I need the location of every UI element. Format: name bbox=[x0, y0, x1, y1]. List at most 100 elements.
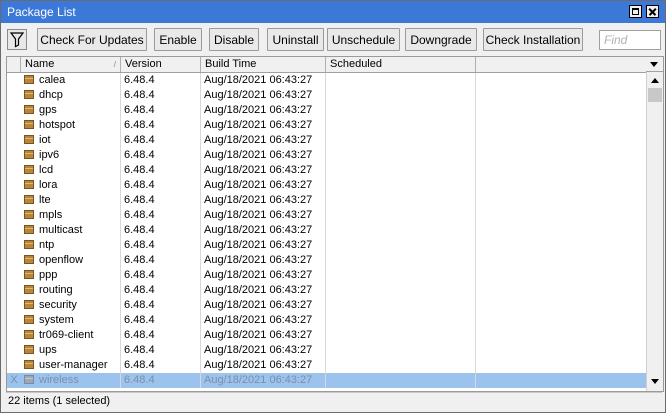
table-row[interactable]: Xwireless 6.48.4 Aug/18/2021 06:43:27 bbox=[7, 373, 646, 388]
downgrade-button[interactable]: Downgrade bbox=[405, 28, 477, 51]
row-name: gps bbox=[39, 104, 57, 116]
row-scheduled bbox=[326, 268, 476, 283]
disable-button[interactable]: Disable bbox=[209, 28, 259, 51]
toolbar: Check For Updates Enable Disable Uninsta… bbox=[1, 24, 665, 55]
row-scheduled bbox=[326, 283, 476, 298]
row-version: 6.48.4 bbox=[121, 148, 201, 163]
scroll-down-arrow-icon[interactable] bbox=[648, 375, 662, 389]
package-icon bbox=[24, 165, 34, 174]
table-row[interactable]: user-manager 6.48.4 Aug/18/2021 06:43:27 bbox=[7, 358, 646, 373]
table-row[interactable]: lcd 6.48.4 Aug/18/2021 06:43:27 bbox=[7, 163, 646, 178]
row-build-time: Aug/18/2021 06:43:27 bbox=[201, 238, 326, 253]
row-scheduled bbox=[326, 163, 476, 178]
row-flag bbox=[7, 283, 21, 298]
table-row[interactable]: dhcp 6.48.4 Aug/18/2021 06:43:27 bbox=[7, 88, 646, 103]
row-name-cell: ups bbox=[21, 343, 121, 358]
row-name-cell: calea bbox=[21, 73, 121, 88]
title-bar[interactable]: Package List bbox=[1, 1, 665, 23]
row-name-cell: tr069-client bbox=[21, 328, 121, 343]
package-icon bbox=[24, 135, 34, 144]
table-row[interactable]: ipv6 6.48.4 Aug/18/2021 06:43:27 bbox=[7, 148, 646, 163]
row-flag bbox=[7, 118, 21, 133]
row-scheduled bbox=[326, 88, 476, 103]
check-for-updates-button[interactable]: Check For Updates bbox=[37, 28, 147, 51]
row-flag bbox=[7, 88, 21, 103]
unschedule-button[interactable]: Unschedule bbox=[327, 28, 400, 51]
row-version: 6.48.4 bbox=[121, 163, 201, 178]
package-icon bbox=[24, 105, 34, 114]
table-row[interactable]: multicast 6.48.4 Aug/18/2021 06:43:27 bbox=[7, 223, 646, 238]
table-row[interactable]: system 6.48.4 Aug/18/2021 06:43:27 bbox=[7, 313, 646, 328]
flag-column-header[interactable] bbox=[7, 57, 21, 72]
table-row[interactable]: ntp 6.48.4 Aug/18/2021 06:43:27 bbox=[7, 238, 646, 253]
table-row[interactable]: ppp 6.48.4 Aug/18/2021 06:43:27 bbox=[7, 268, 646, 283]
find-input[interactable] bbox=[599, 30, 661, 50]
vertical-scrollbar[interactable] bbox=[646, 72, 663, 391]
row-scheduled bbox=[326, 118, 476, 133]
row-version: 6.48.4 bbox=[121, 298, 201, 313]
row-build-time: Aug/18/2021 06:43:27 bbox=[201, 88, 326, 103]
row-flag bbox=[7, 208, 21, 223]
row-flag bbox=[7, 223, 21, 238]
package-icon bbox=[24, 240, 34, 249]
row-flag bbox=[7, 73, 21, 88]
row-build-time: Aug/18/2021 06:43:27 bbox=[201, 298, 326, 313]
row-version: 6.48.4 bbox=[121, 223, 201, 238]
table-row[interactable]: openflow 6.48.4 Aug/18/2021 06:43:27 bbox=[7, 253, 646, 268]
row-flag bbox=[7, 268, 21, 283]
row-build-time: Aug/18/2021 06:43:27 bbox=[201, 148, 326, 163]
row-name: iot bbox=[39, 134, 51, 146]
table-row[interactable]: lte 6.48.4 Aug/18/2021 06:43:27 bbox=[7, 193, 646, 208]
column-header-build-time[interactable]: Build Time bbox=[201, 57, 326, 72]
row-name: lte bbox=[39, 194, 51, 206]
check-installation-button[interactable]: Check Installation bbox=[483, 28, 583, 51]
table-row[interactable]: routing 6.48.4 Aug/18/2021 06:43:27 bbox=[7, 283, 646, 298]
table-row[interactable]: mpls 6.48.4 Aug/18/2021 06:43:27 bbox=[7, 208, 646, 223]
table-row[interactable]: ups 6.48.4 Aug/18/2021 06:43:27 bbox=[7, 343, 646, 358]
table-row[interactable]: tr069-client 6.48.4 Aug/18/2021 06:43:27 bbox=[7, 328, 646, 343]
package-icon bbox=[24, 315, 34, 324]
column-header-scheduled[interactable]: Scheduled bbox=[326, 57, 476, 72]
row-name: user-manager bbox=[39, 359, 108, 371]
row-flag bbox=[7, 148, 21, 163]
package-icon bbox=[24, 195, 34, 204]
table-row[interactable]: hotspot 6.48.4 Aug/18/2021 06:43:27 bbox=[7, 118, 646, 133]
close-window-button[interactable] bbox=[646, 5, 659, 18]
column-menu-dropdown-icon[interactable] bbox=[646, 57, 663, 72]
table-row[interactable]: gps 6.48.4 Aug/18/2021 06:43:27 bbox=[7, 103, 646, 118]
row-version: 6.48.4 bbox=[121, 358, 201, 373]
row-version: 6.48.4 bbox=[121, 208, 201, 223]
row-version: 6.48.4 bbox=[121, 88, 201, 103]
row-name: hotspot bbox=[39, 119, 76, 131]
row-version: 6.48.4 bbox=[121, 193, 201, 208]
filter-icon bbox=[9, 32, 25, 48]
column-header-name[interactable]: Name / bbox=[21, 57, 121, 72]
table-row[interactable]: calea 6.48.4 Aug/18/2021 06:43:27 bbox=[7, 73, 646, 88]
table-row[interactable]: lora 6.48.4 Aug/18/2021 06:43:27 bbox=[7, 178, 646, 193]
row-name: wireless bbox=[39, 374, 79, 386]
row-name: ups bbox=[39, 344, 57, 356]
row-scheduled bbox=[326, 208, 476, 223]
row-build-time: Aug/18/2021 06:43:27 bbox=[201, 343, 326, 358]
scroll-up-arrow-icon[interactable] bbox=[648, 74, 662, 88]
package-icon bbox=[24, 345, 34, 354]
restore-window-button[interactable] bbox=[629, 5, 642, 18]
filter-button[interactable] bbox=[7, 29, 27, 50]
table-row[interactable]: security 6.48.4 Aug/18/2021 06:43:27 bbox=[7, 298, 646, 313]
uninstall-button[interactable]: Uninstall bbox=[267, 28, 324, 51]
row-flag: X bbox=[10, 374, 18, 386]
package-table: Name / Version Build Time Scheduled cale… bbox=[6, 56, 664, 392]
row-scheduled bbox=[326, 178, 476, 193]
row-build-time: Aug/18/2021 06:43:27 bbox=[201, 73, 326, 88]
row-version: 6.48.4 bbox=[121, 328, 201, 343]
row-name-cell: ipv6 bbox=[21, 148, 121, 163]
row-scheduled bbox=[326, 133, 476, 148]
column-header-version[interactable]: Version bbox=[121, 57, 201, 72]
scrollbar-thumb[interactable] bbox=[648, 88, 662, 102]
package-icon bbox=[24, 270, 34, 279]
enable-button[interactable]: Enable bbox=[154, 28, 202, 51]
table-row[interactable]: iot 6.48.4 Aug/18/2021 06:43:27 bbox=[7, 133, 646, 148]
row-build-time: Aug/18/2021 06:43:27 bbox=[201, 163, 326, 178]
row-flag bbox=[7, 358, 21, 373]
row-flag bbox=[7, 238, 21, 253]
